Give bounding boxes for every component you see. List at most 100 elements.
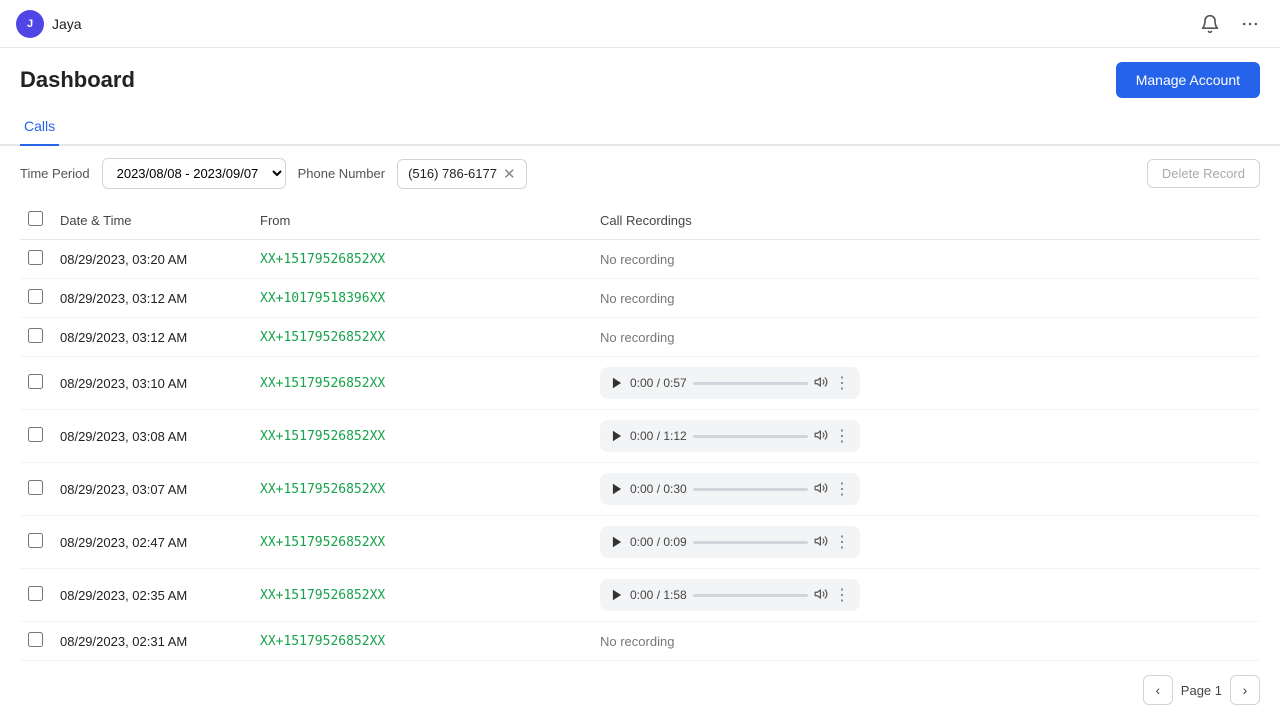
cell-datetime: 08/29/2023, 03:12 AM	[52, 318, 252, 357]
top-header: J Jaya	[0, 0, 1280, 48]
top-header-left: J Jaya	[16, 10, 82, 38]
play-button[interactable]	[610, 429, 624, 443]
row-checkbox-4[interactable]	[28, 427, 43, 442]
cell-datetime: 08/29/2023, 03:10 AM	[52, 357, 252, 410]
remove-phone-button[interactable]: ✕	[503, 165, 516, 183]
row-checkbox-1[interactable]	[28, 289, 43, 304]
cell-from: XX+15179526852XX	[252, 410, 592, 463]
more-icon	[1240, 14, 1260, 34]
masked-phone-number: XX+10179518396XX	[260, 291, 385, 306]
progress-bar[interactable]	[693, 382, 808, 385]
play-icon	[610, 429, 624, 443]
row-checkbox-2[interactable]	[28, 328, 43, 343]
avatar: J	[16, 10, 44, 38]
audio-player: 0:00 / 0:09 ⋮	[600, 526, 860, 558]
progress-bar[interactable]	[693, 594, 808, 597]
bell-button[interactable]	[1196, 10, 1224, 38]
col-header-from: From	[252, 201, 592, 240]
no-recording-label: No recording	[600, 252, 674, 267]
table-row: 08/29/2023, 03:07 AMXX+15179526852XX 0:0…	[20, 463, 1260, 516]
cell-datetime: 08/29/2023, 03:12 AM	[52, 279, 252, 318]
player-more-button[interactable]: ⋮	[834, 532, 850, 552]
no-recording-label: No recording	[600, 291, 674, 306]
no-recording-label: No recording	[600, 330, 674, 345]
volume-icon	[814, 481, 828, 495]
volume-button[interactable]	[814, 481, 828, 498]
volume-icon	[814, 534, 828, 548]
cell-recording: 0:00 / 0:09 ⋮	[592, 516, 1260, 569]
cell-from: XX+15179526852XX	[252, 622, 592, 661]
progress-bar[interactable]	[693, 488, 808, 491]
player-more-button[interactable]: ⋮	[834, 373, 850, 393]
player-more-button[interactable]: ⋮	[834, 585, 850, 605]
pagination: ‹ Page 1 ›	[0, 661, 1280, 719]
play-button[interactable]	[610, 482, 624, 496]
volume-button[interactable]	[814, 375, 828, 392]
row-checkbox-0[interactable]	[28, 250, 43, 265]
calls-table: Date & Time From Call Recordings 08/29/2…	[20, 201, 1260, 661]
cell-from: XX+15179526852XX	[252, 318, 592, 357]
cell-from: XX+15179526852XX	[252, 357, 592, 410]
cell-recording: 0:00 / 0:57 ⋮	[592, 357, 1260, 410]
phone-number-label: Phone Number	[298, 166, 385, 181]
select-all-checkbox[interactable]	[28, 211, 43, 226]
player-more-button[interactable]: ⋮	[834, 426, 850, 446]
cell-recording: No recording	[592, 279, 1260, 318]
table-row: 08/29/2023, 03:10 AM XX+15179526852XX 0:0…	[20, 357, 1260, 410]
tab-calls[interactable]: Calls	[20, 108, 59, 146]
time-display: 0:00 / 0:09	[630, 535, 687, 549]
cell-from: XX+15179526852XX	[252, 516, 592, 569]
time-display: 0:00 / 1:58	[630, 588, 687, 602]
play-icon	[610, 376, 624, 390]
play-icon	[610, 482, 624, 496]
table-header-row: Date & Time From Call Recordings	[20, 201, 1260, 240]
audio-player: 0:00 / 0:30 ⋮	[600, 473, 860, 505]
masked-phone-number: XX+15179526852XX	[260, 634, 385, 649]
table-row: 08/29/2023, 03:12 AM XX+10179518396XX No r…	[20, 279, 1260, 318]
cell-recording: 0:00 / 1:12 ⋮	[592, 410, 1260, 463]
cell-datetime: 08/29/2023, 02:35 AM	[52, 569, 252, 622]
cell-from: XX+15179526852XX	[252, 569, 592, 622]
play-button[interactable]	[610, 376, 624, 390]
row-checkbox-6[interactable]	[28, 533, 43, 548]
table-row: 08/29/2023, 02:47 AMXX+15179526852XX 0:0…	[20, 516, 1260, 569]
next-page-button[interactable]: ›	[1230, 675, 1260, 705]
play-button[interactable]	[610, 535, 624, 549]
cell-datetime: 08/29/2023, 03:07 AM	[52, 463, 252, 516]
calls-table-wrap: Date & Time From Call Recordings 08/29/2…	[0, 201, 1280, 661]
progress-bar[interactable]	[693, 541, 808, 544]
cell-recording: No recording	[592, 622, 1260, 661]
row-checkbox-5[interactable]	[28, 480, 43, 495]
masked-phone-number: XX+15179526852XX	[260, 252, 385, 267]
time-display: 0:00 / 0:57	[630, 376, 687, 390]
cell-from: XX+15179526852XX	[252, 240, 592, 279]
cell-from: XX+10179518396XX	[252, 279, 592, 318]
masked-phone-number: XX+15179526852XX	[260, 376, 385, 391]
play-icon	[610, 535, 624, 549]
page-title: Dashboard	[20, 67, 135, 93]
page-indicator: Page 1	[1181, 683, 1222, 698]
cell-datetime: 08/29/2023, 02:31 AM	[52, 622, 252, 661]
table-row: 08/29/2023, 03:08 AMXX+15179526852XX 0:0…	[20, 410, 1260, 463]
volume-button[interactable]	[814, 587, 828, 604]
phone-number-value: (516) 786-6177	[408, 166, 497, 181]
time-period-select[interactable]: 2023/08/08 - 2023/09/07	[102, 158, 286, 189]
more-button[interactable]	[1236, 10, 1264, 38]
row-checkbox-7[interactable]	[28, 586, 43, 601]
volume-button[interactable]	[814, 428, 828, 445]
delete-record-button[interactable]: Delete Record	[1147, 159, 1260, 188]
manage-account-button[interactable]: Manage Account	[1116, 62, 1260, 98]
top-header-right	[1196, 10, 1264, 38]
volume-button[interactable]	[814, 534, 828, 551]
user-name: Jaya	[52, 16, 82, 32]
prev-page-button[interactable]: ‹	[1143, 675, 1173, 705]
play-button[interactable]	[610, 588, 624, 602]
progress-bar[interactable]	[693, 435, 808, 438]
audio-player: 0:00 / 1:12 ⋮	[600, 420, 860, 452]
player-more-button[interactable]: ⋮	[834, 479, 850, 499]
masked-phone-number: XX+15179526852XX	[260, 429, 385, 444]
row-checkbox-3[interactable]	[28, 374, 43, 389]
cell-recording: 0:00 / 1:58 ⋮	[592, 569, 1260, 622]
tab-bar: Calls	[0, 108, 1280, 146]
row-checkbox-8[interactable]	[28, 632, 43, 647]
